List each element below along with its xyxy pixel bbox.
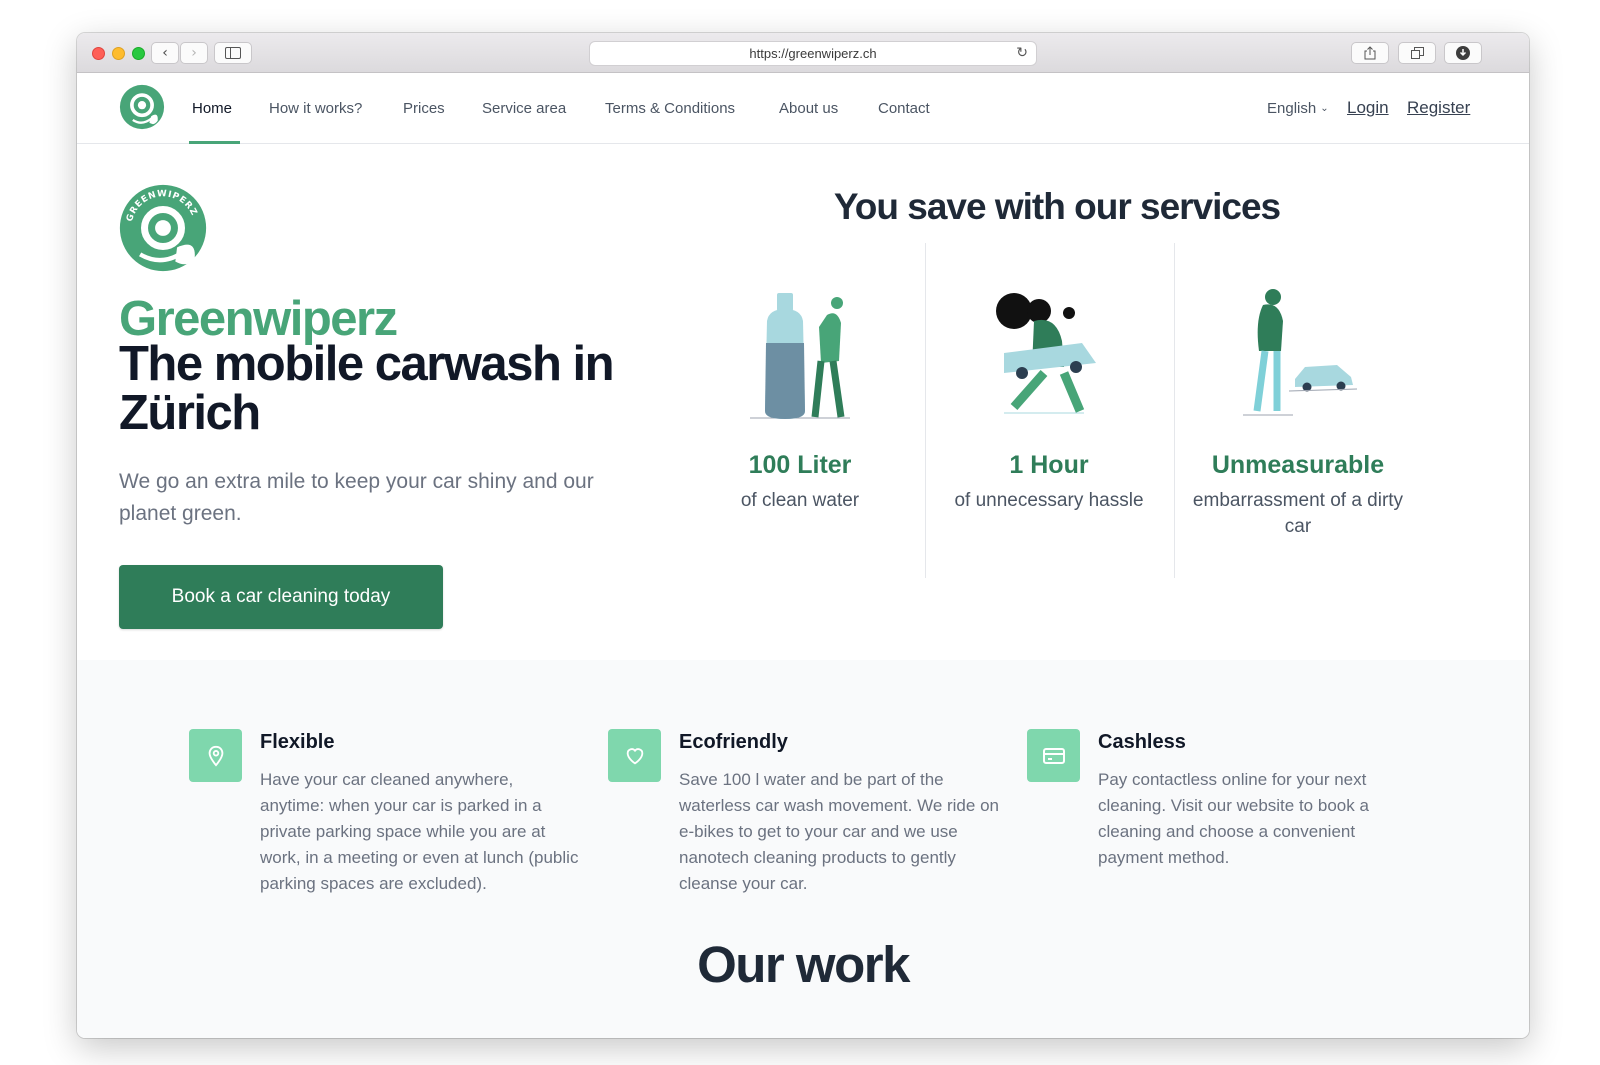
location-pin-icon xyxy=(189,729,242,782)
greenwiperz-logo: GREENWIPERZ xyxy=(119,184,207,272)
our-work-heading: Our work xyxy=(697,936,910,993)
tabs-icon xyxy=(1410,47,1424,59)
register-link[interactable]: Register xyxy=(1407,98,1470,118)
downloads-button[interactable] xyxy=(1444,42,1482,64)
nav-prices[interactable]: Prices xyxy=(403,100,445,117)
hero-tagline: The mobile carwash in Zürich xyxy=(119,337,615,440)
nav-contact[interactable]: Contact xyxy=(878,100,930,117)
back-button[interactable]: ‹ xyxy=(151,42,179,64)
book-cleaning-button[interactable]: Book a car cleaning today xyxy=(119,565,443,629)
stat-embarrassment: Unmeasurable embarrassment of a dirty ca… xyxy=(1183,281,1413,540)
savings-heading: You save with our services xyxy=(833,186,1281,227)
login-link[interactable]: Login xyxy=(1347,98,1389,118)
chevron-down-icon: ⌄ xyxy=(1320,103,1329,114)
stat-subtitle: embarrassment of a dirty car xyxy=(1192,490,1404,537)
person-with-car-illustration xyxy=(1243,289,1358,416)
stat-subtitle: of unnecessary hassle xyxy=(954,490,1144,511)
feature-text: Have your car cleaned anywhere, anytime:… xyxy=(260,770,579,893)
chevron-right-icon: › xyxy=(191,45,197,61)
greenwiperz-logo-small[interactable] xyxy=(119,84,165,130)
tabs-overview-button[interactable] xyxy=(1398,42,1436,64)
sidebar-icon xyxy=(225,47,241,59)
url-text: https://greenwiperz.ch xyxy=(749,46,877,61)
share-button[interactable] xyxy=(1351,42,1389,64)
feature-text: Save 100 l water and be part of the wate… xyxy=(679,770,999,893)
water-bottle-illustration xyxy=(750,293,850,419)
active-tab-indicator xyxy=(189,141,240,144)
minimize-window-button[interactable] xyxy=(112,47,125,60)
feature-title: Ecofriendly xyxy=(679,731,788,753)
stat-title: 100 Liter xyxy=(748,451,852,479)
nav-home[interactable]: Home xyxy=(192,100,232,117)
feature-title: Flexible xyxy=(260,731,335,753)
nav-service-area[interactable]: Service area xyxy=(482,100,566,117)
column-divider xyxy=(925,243,926,578)
column-divider xyxy=(1174,243,1175,578)
browser-toolbar: ‹ › https://greenwiperz.ch ↻ xyxy=(77,33,1529,73)
language-selector[interactable]: English ⌄ xyxy=(1267,100,1329,117)
download-icon xyxy=(1456,46,1470,60)
feature-text: Pay contactless online for your next cle… xyxy=(1098,770,1369,867)
person-carrying-car-illustration xyxy=(996,293,1096,414)
stat-time: 1 Hour of unnecessary hassle xyxy=(934,281,1164,514)
hero-lead-text: We go an extra mile to keep your car shi… xyxy=(119,470,594,525)
stat-water: 100 Liter of clean water xyxy=(685,281,915,514)
browser-window: ‹ › https://greenwiperz.ch ↻ Home How it… xyxy=(77,33,1529,1038)
chevron-left-icon: ‹ xyxy=(162,45,168,61)
language-label: English xyxy=(1267,100,1317,117)
forward-button[interactable]: › xyxy=(180,42,208,64)
reload-icon[interactable]: ↻ xyxy=(1016,45,1028,61)
nav-terms-conditions[interactable]: Terms & Conditions xyxy=(605,100,735,117)
feature-title: Cashless xyxy=(1098,731,1186,753)
stat-title: 1 Hour xyxy=(1009,451,1089,479)
sidebar-toggle-button[interactable] xyxy=(214,42,252,64)
stat-title: Unmeasurable xyxy=(1211,451,1385,479)
nav-how-it-works[interactable]: How it works? xyxy=(269,100,362,117)
heart-icon xyxy=(608,729,661,782)
maximize-window-button[interactable] xyxy=(132,47,145,60)
share-icon xyxy=(1364,46,1376,60)
close-window-button[interactable] xyxy=(92,47,105,60)
stat-subtitle: of clean water xyxy=(740,490,860,511)
site-navbar: Home How it works? Prices Service area T… xyxy=(77,73,1529,144)
features-section: Flexible Have your car cleaned anywhere,… xyxy=(77,660,1529,1038)
address-bar[interactable]: https://greenwiperz.ch ↻ xyxy=(589,41,1037,66)
credit-card-icon xyxy=(1027,729,1080,782)
nav-about-us[interactable]: About us xyxy=(779,100,838,117)
